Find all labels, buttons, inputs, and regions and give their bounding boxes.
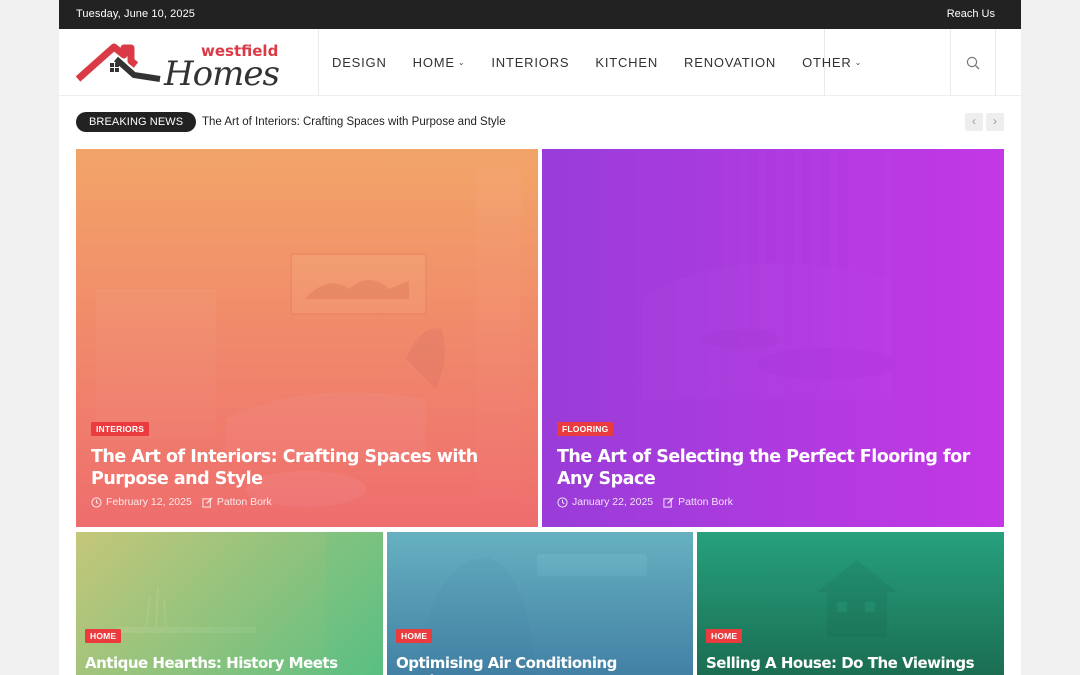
logo-line2: Homes	[163, 54, 279, 93]
post-date: February 12, 2025	[106, 496, 192, 508]
nav-renovation[interactable]: RENOVATION	[684, 55, 776, 70]
breaking-headline[interactable]: The Art of Interiors: Crafting Spaces wi…	[202, 116, 506, 128]
search-icon	[966, 56, 980, 69]
site-logo[interactable]: westfield Homes	[76, 35, 281, 93]
nav-kitchen[interactable]: KITCHEN	[595, 55, 658, 70]
site-header: westfield Homes DESIGN HOME ⌄ INTERIORS K…	[59, 29, 1021, 96]
top-bar: Tuesday, June 10, 2025 Reach Us	[59, 0, 1021, 29]
clock-icon	[91, 496, 102, 508]
search-button[interactable]	[951, 29, 995, 96]
chevron-left-icon[interactable]: ‹	[965, 113, 983, 131]
chevron-down-icon: ⌄	[854, 58, 863, 67]
nav-kitchen-label: KITCHEN	[595, 55, 659, 70]
card-title[interactable]: The Art of Selecting the Perfect Floorin…	[557, 446, 977, 490]
post-date: January 22, 2025	[572, 496, 654, 508]
post-card[interactable]: HOME Optimising Air Conditioning Setting…	[387, 532, 693, 675]
breaking-news-label: BREAKING NEWS	[76, 112, 197, 132]
nav-design-label: DESIGN	[332, 55, 387, 70]
reach-us-link[interactable]: Reach Us	[947, 8, 995, 20]
category-badge[interactable]: HOME	[85, 629, 122, 643]
card-title[interactable]: Selling A House: Do The Viewings	[706, 654, 996, 672]
featured-card[interactable]: INTERIORS The Art of Interiors: Crafting…	[76, 149, 538, 527]
post-meta: February 12, 2025 Patton Bork	[91, 496, 272, 508]
nav-other[interactable]: OTHER ⌄	[802, 55, 862, 70]
card-title[interactable]: Optimising Air Conditioning Settings	[396, 654, 686, 675]
chevron-right-icon[interactable]: ›	[986, 113, 1004, 131]
nav-design[interactable]: DESIGN	[332, 55, 387, 70]
breaking-news-bar: BREAKING NEWS The Art of Interiors: Craf…	[76, 112, 1004, 132]
nav-home-label: HOME	[412, 55, 455, 70]
post-author[interactable]: Patton Bork	[678, 496, 733, 508]
nav-interiors[interactable]: INTERIORS	[491, 55, 569, 70]
category-badge[interactable]: HOME	[396, 629, 433, 643]
post-card[interactable]: HOME Selling A House: Do The Viewings	[697, 532, 1004, 675]
category-badge[interactable]: FLOORING	[557, 422, 614, 436]
chevron-down-icon: ⌄	[457, 58, 466, 67]
edit-icon	[663, 496, 674, 508]
current-date: Tuesday, June 10, 2025	[76, 8, 196, 20]
page: Tuesday, June 10, 2025 Reach Us westfiel…	[59, 0, 1021, 675]
category-badge[interactable]: INTERIORS	[91, 422, 150, 436]
nav-home[interactable]: HOME ⌄	[413, 55, 466, 70]
post-meta: January 22, 2025 Patton Bork	[557, 496, 733, 508]
card-title[interactable]: Antique Hearths: History Meets	[85, 654, 375, 672]
nav-interiors-label: INTERIORS	[491, 55, 570, 70]
edit-icon	[202, 496, 213, 508]
nav-renovation-label: RENOVATION	[684, 55, 777, 70]
post-author[interactable]: Patton Bork	[217, 496, 272, 508]
main-nav: DESIGN HOME ⌄ INTERIORS KITCHEN RENOVATIO…	[332, 29, 888, 96]
clock-icon	[557, 496, 568, 508]
nav-other-label: OTHER	[802, 55, 852, 70]
card-title[interactable]: The Art of Interiors: Crafting Spaces wi…	[91, 446, 511, 490]
post-card[interactable]: HOME Antique Hearths: History Meets	[76, 532, 383, 675]
featured-card[interactable]: FLOORING The Art of Selecting the Perfec…	[542, 149, 1004, 527]
category-badge[interactable]: HOME	[706, 629, 743, 643]
